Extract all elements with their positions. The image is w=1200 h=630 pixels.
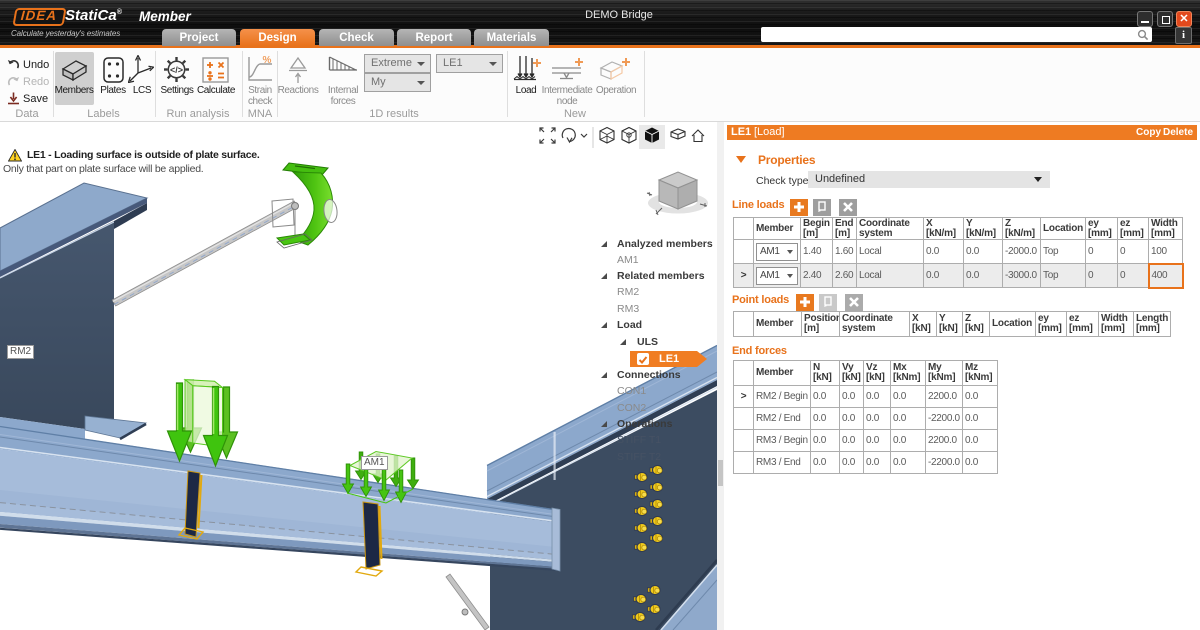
svg-text:%: % [263, 55, 272, 66]
svg-text:</>: </> [170, 65, 183, 75]
